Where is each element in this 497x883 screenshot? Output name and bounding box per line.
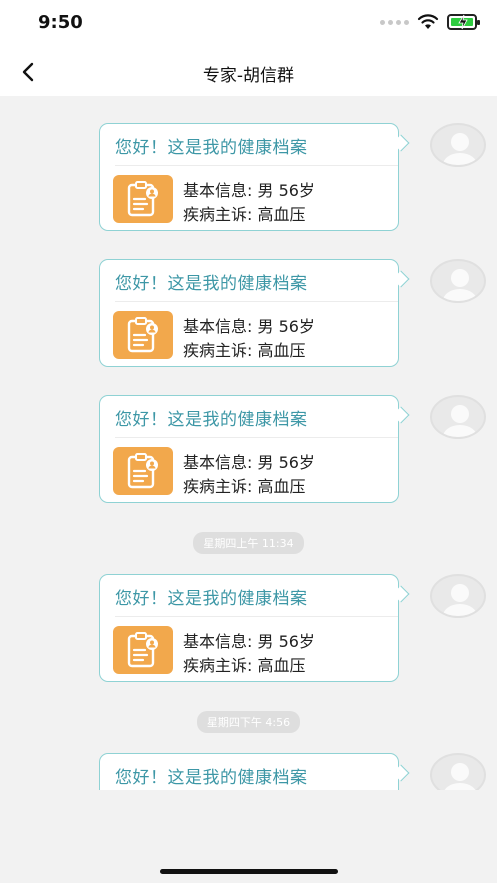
basic-info-text: 基本信息: 男 56岁 [183, 181, 315, 200]
complaint-text: 疾病主诉: 高血压 [183, 656, 306, 675]
clipboard-profile-icon [113, 626, 173, 674]
card-divider [115, 616, 398, 617]
chat-timestamp-text: 星期四下午 4:56 [196, 711, 301, 733]
basic-info-text: 基本信息: 男 56岁 [183, 317, 315, 336]
status-bar: 9:50 [0, 0, 497, 48]
cellular-signal-icon [380, 19, 409, 25]
health-record-message: 您好！这是我的健康档案 基本信息: 男 56岁 疾病主诉: 高血压 [0, 574, 497, 684]
complaint-text: 疾病主诉: 高血压 [183, 341, 306, 360]
default-user-avatar[interactable] [430, 123, 486, 167]
health-record-card[interactable]: 您好！这是我的健康档案 基本信息: 男 56岁 疾病主诉: 高血压 [99, 123, 399, 231]
card-divider [115, 301, 398, 302]
health-record-card[interactable]: 您好！这是我的健康档案 [99, 753, 399, 790]
default-user-avatar[interactable] [430, 753, 486, 790]
health-record-message: 您好！这是我的健康档案 [0, 753, 497, 790]
chat-timestamp: 星期四下午 4:56 [0, 711, 497, 733]
health-record-message: 您好！这是我的健康档案 基本信息: 男 56岁 疾病主诉: 高血压 [0, 259, 497, 369]
health-record-card[interactable]: 您好！这是我的健康档案 基本信息: 男 56岁 疾病主诉: 高血压 [99, 395, 399, 503]
battery-icon [447, 14, 480, 30]
navigation-bar: 专家-胡信群 [0, 48, 497, 96]
chat-timestamp: 星期四上午 11:34 [0, 532, 497, 554]
basic-info-text: 基本信息: 男 56岁 [183, 453, 315, 472]
card-title: 您好！这是我的健康档案 [115, 138, 308, 158]
status-icons [380, 14, 480, 30]
clipboard-profile-icon [113, 447, 173, 495]
wifi-icon [417, 14, 439, 29]
status-time: 9:50 [38, 12, 83, 33]
default-user-avatar[interactable] [430, 574, 486, 618]
basic-info-text: 基本信息: 男 56岁 [183, 632, 315, 651]
bottom-area [0, 790, 497, 883]
default-user-avatar[interactable] [430, 259, 486, 303]
complaint-text: 疾病主诉: 高血压 [183, 477, 306, 496]
card-title: 您好！这是我的健康档案 [115, 274, 308, 294]
chat-message-list[interactable]: 您好！这是我的健康档案 基本信息: 男 56岁 疾病主诉: 高血压 您好！这是我… [0, 96, 497, 790]
clipboard-profile-icon [113, 175, 173, 223]
card-title: 您好！这是我的健康档案 [115, 410, 308, 430]
page-title: 专家-胡信群 [202, 66, 295, 86]
card-divider [115, 165, 398, 166]
home-indicator[interactable] [160, 869, 338, 874]
health-record-message: 您好！这是我的健康档案 基本信息: 男 56岁 疾病主诉: 高血压 [0, 395, 497, 505]
health-record-message: 您好！这是我的健康档案 基本信息: 男 56岁 疾病主诉: 高血压 [0, 123, 497, 233]
chat-timestamp-text: 星期四上午 11:34 [193, 532, 304, 554]
complaint-text: 疾病主诉: 高血压 [183, 205, 306, 224]
clipboard-profile-icon [113, 311, 173, 359]
card-title: 您好！这是我的健康档案 [115, 768, 308, 788]
card-divider [115, 437, 398, 438]
health-record-card[interactable]: 您好！这是我的健康档案 基本信息: 男 56岁 疾病主诉: 高血压 [99, 259, 399, 367]
card-title: 您好！这是我的健康档案 [115, 589, 308, 609]
default-user-avatar[interactable] [430, 395, 486, 439]
health-record-card[interactable]: 您好！这是我的健康档案 基本信息: 男 56岁 疾病主诉: 高血压 [99, 574, 399, 682]
